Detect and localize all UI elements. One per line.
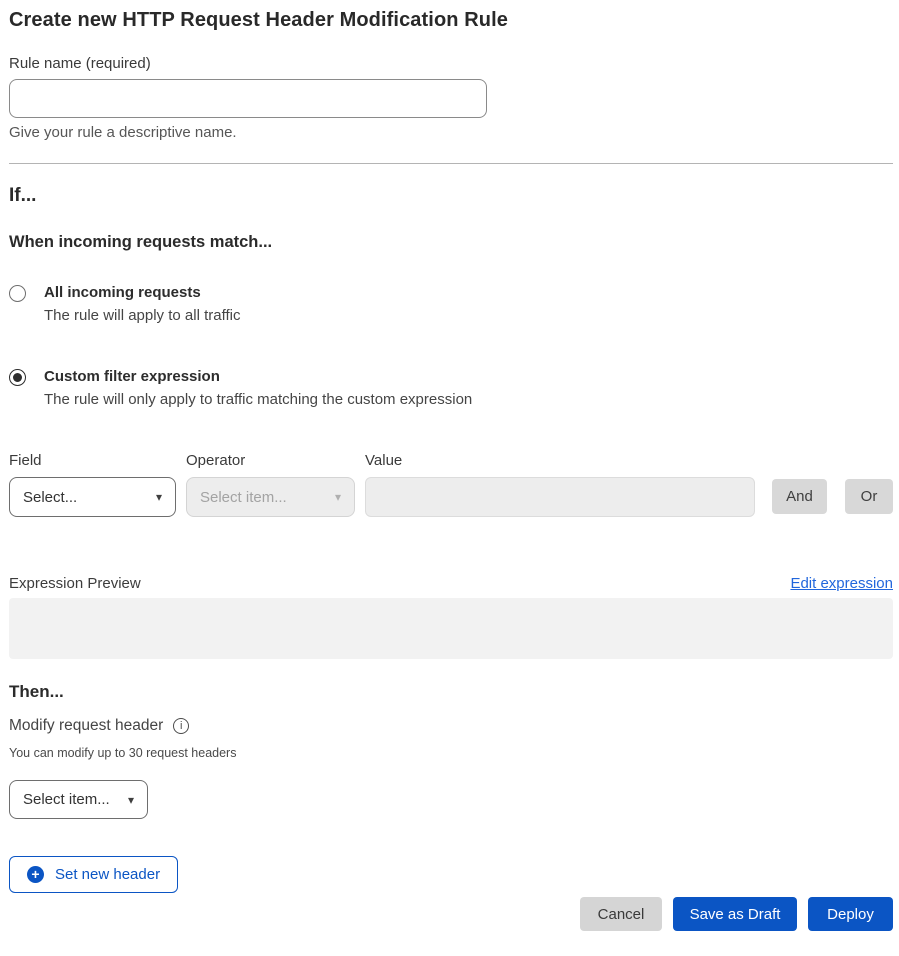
value-input[interactable]: [365, 477, 755, 517]
set-new-header-button[interactable]: + Set new header: [9, 856, 178, 893]
rule-name-input[interactable]: [9, 79, 487, 118]
modify-header-helper: You can modify up to 30 request headers: [9, 746, 893, 760]
edit-expression-link[interactable]: Edit expression: [790, 575, 893, 592]
radio-option-all-incoming-requests[interactable]: All incoming requests The rule will appl…: [9, 284, 893, 325]
radio-option-label: Custom filter expression: [44, 368, 472, 386]
chevron-down-icon: ▾: [156, 490, 162, 504]
field-select[interactable]: Select... ▾: [9, 477, 176, 517]
operator-label: Operator: [186, 452, 355, 470]
section-divider: [9, 163, 893, 164]
plus-icon: +: [27, 866, 44, 883]
rule-name-label: Rule name (required): [9, 55, 893, 72]
expression-builder-row: Field Select... ▾ Operator Select item..…: [9, 452, 893, 517]
operator-select[interactable]: Select item... ▾: [186, 477, 355, 517]
radio-option-custom-filter-expression[interactable]: Custom filter expression The rule will o…: [9, 368, 893, 409]
expression-preview-box: [9, 598, 893, 659]
radio-option-label: All incoming requests: [44, 284, 240, 302]
save-as-draft-button[interactable]: Save as Draft: [673, 897, 797, 931]
radio-selected-icon[interactable]: [9, 369, 26, 386]
expression-preview-label: Expression Preview: [9, 575, 141, 592]
cancel-button[interactable]: Cancel: [580, 897, 662, 931]
value-label: Value: [365, 452, 755, 470]
chevron-down-icon: ▾: [128, 793, 134, 807]
field-label: Field: [9, 452, 176, 470]
header-item-select[interactable]: Select item... ▾: [9, 780, 148, 819]
chevron-down-icon: ▾: [335, 490, 341, 504]
modify-header-row: Modify request header i: [9, 717, 893, 735]
rule-name-helper: Give your rule a descriptive name.: [9, 124, 893, 141]
or-button[interactable]: Or: [845, 479, 893, 514]
field-select-value: Select...: [23, 489, 77, 506]
and-button[interactable]: And: [772, 479, 827, 514]
and-or-button-group: And Or: [772, 479, 893, 514]
radio-unselected-icon[interactable]: [9, 285, 26, 302]
radio-option-description: The rule will apply to all traffic: [44, 307, 240, 325]
page-title: Create new HTTP Request Header Modificat…: [9, 9, 893, 32]
set-new-header-label: Set new header: [55, 866, 160, 883]
modify-request-header-label: Modify request header: [9, 717, 163, 735]
deploy-button[interactable]: Deploy: [808, 897, 893, 931]
info-icon[interactable]: i: [173, 718, 189, 734]
header-item-select-value: Select item...: [23, 791, 110, 808]
radio-option-description: The rule will only apply to traffic matc…: [44, 391, 472, 409]
expression-preview-header: Expression Preview Edit expression: [9, 575, 893, 592]
match-subheading: When incoming requests match...: [9, 233, 893, 252]
if-section-heading: If...: [9, 185, 893, 207]
then-section-heading: Then...: [9, 682, 893, 702]
operator-select-value: Select item...: [200, 489, 287, 506]
create-rule-form: Create new HTTP Request Header Modificat…: [0, 0, 899, 931]
footer-action-bar: Cancel Save as Draft Deploy: [9, 897, 893, 931]
